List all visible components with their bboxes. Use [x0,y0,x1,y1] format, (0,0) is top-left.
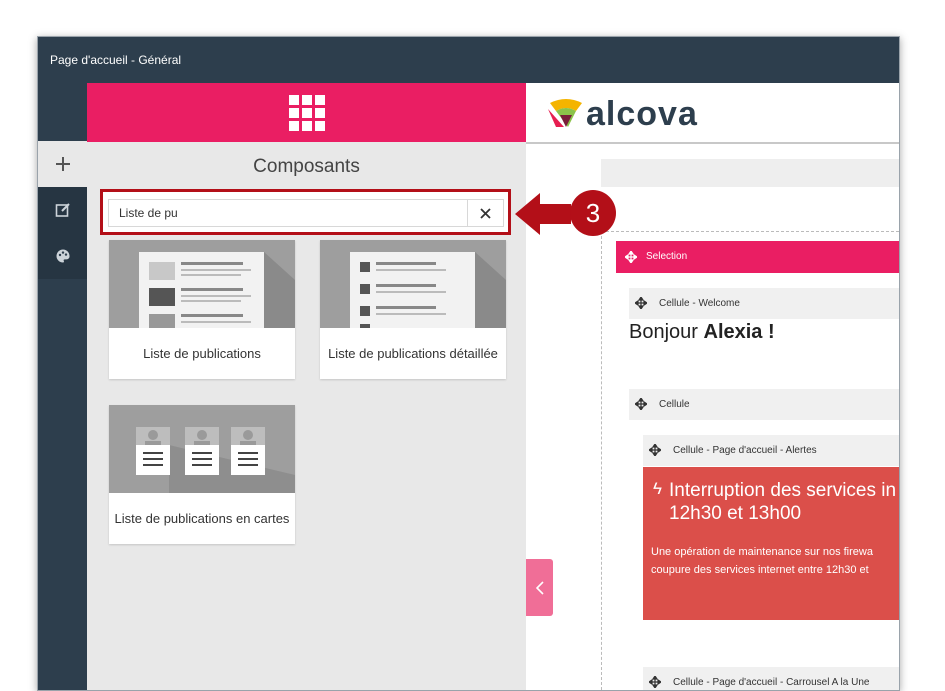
alert-title: Interruption des services in 12h30 et 13… [669,480,897,524]
collapse-panel-button[interactable] [526,559,553,616]
selection-label: Selection [646,251,688,262]
cell-label: Cellule - Page d'accueil - Alertes [673,445,817,456]
cell-label: Cellule - Page d'accueil - Carrousel A l… [673,677,870,688]
site-header: alcova [526,83,899,144]
component-card-liste-publications-detaillee[interactable]: Liste de publications détaillée [320,240,506,379]
move-icon[interactable] [635,297,647,309]
cell-label: Cellule - Welcome [659,298,740,309]
cards-thumbnail [109,405,295,493]
add-component-tool[interactable] [38,141,87,187]
apps-grid-icon[interactable] [288,94,325,131]
greeting-name: Alexia ! [703,321,775,343]
close-icon [480,207,491,219]
callout-arrow-icon [515,193,571,235]
cell-header-alerts[interactable]: Cellule - Page d'accueil - Alertes [643,435,899,466]
clear-search-button[interactable] [468,199,504,227]
edit-icon [55,203,70,217]
cell-header[interactable]: Cellule [629,389,899,420]
logo-text: alcova [586,95,698,133]
component-card-liste-publications[interactable]: Liste de publications [109,240,295,379]
window-title: Page d'accueil - Général [38,37,899,83]
alert-banner: ϟ Interruption des services in 12h30 et … [643,467,899,620]
component-label: Liste de publications en cartes [114,511,290,526]
lightning-icon: ϟ [653,479,662,498]
alcova-logo-icon [548,99,582,127]
move-icon[interactable] [649,444,661,456]
detailed-list-thumbnail [320,240,506,328]
alert-text: Une opération de maintenance sur nos fir… [651,546,873,576]
chevron-left-icon [535,580,544,595]
components-panel: Composants Liste de pu Liste de publicat… [87,83,526,690]
panel-title: Composants [253,156,360,177]
greeting-prefix: Bonjour [629,321,704,343]
selection-bar[interactable]: Selection [616,241,899,273]
welcome-greeting: Bonjour Alexia ! [629,321,775,344]
app-window: Page d'accueil - Général Composants List… [37,36,900,691]
page-preview: alcova Selection Cellule - Welcome Bonjo… [526,83,899,690]
list-thumbnail [109,240,295,328]
section-outline [601,231,899,232]
panel-header [87,83,526,142]
search-highlight [100,189,511,235]
left-toolbar [38,83,87,690]
step-badge: 3 [570,190,616,236]
plus-icon [55,157,70,171]
edit-tool[interactable] [38,187,87,233]
search-input[interactable] [108,199,468,227]
cell-header-welcome[interactable]: Cellule - Welcome [629,288,899,319]
move-icon[interactable] [635,398,647,410]
move-icon[interactable] [649,676,661,688]
component-label: Liste de publications [143,346,261,361]
component-label: Liste de publications détaillée [328,346,498,361]
palette-icon [56,249,70,263]
page-band [601,159,899,187]
move-icon[interactable] [625,251,637,263]
theme-tool[interactable] [38,233,87,279]
component-card-liste-publications-cartes[interactable]: Liste de publications en cartes [109,405,295,544]
cell-label: Cellule [659,399,690,410]
cell-header-carousel[interactable]: Cellule - Page d'accueil - Carrousel A l… [643,667,899,690]
section-outline-left [601,231,602,690]
